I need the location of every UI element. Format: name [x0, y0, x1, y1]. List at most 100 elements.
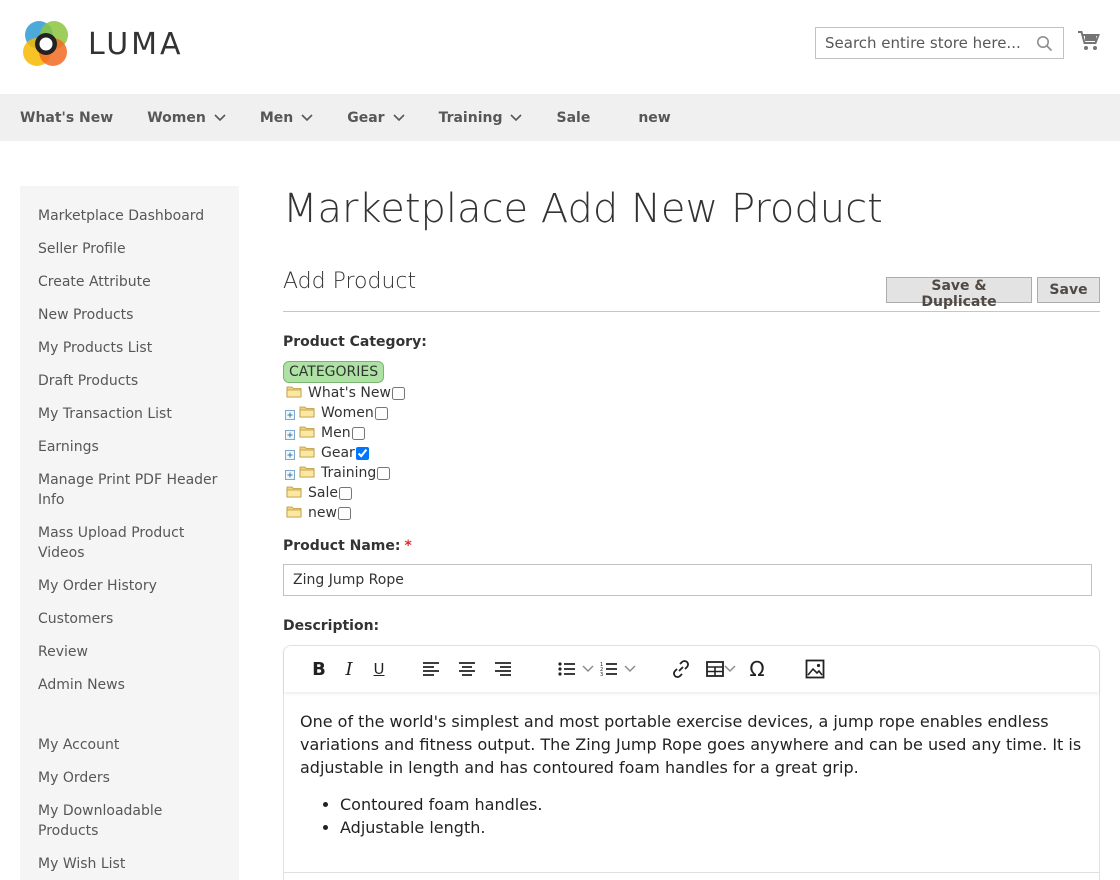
nav-item-whats-new[interactable]: What's New [20, 110, 113, 126]
chevron-down-icon[interactable] [624, 665, 636, 673]
sidebar-item-my-account[interactable]: My Account [20, 735, 239, 755]
folder-icon [299, 405, 315, 422]
list-item: Contoured foam handles. [340, 793, 1083, 816]
expand-plus-icon[interactable] [285, 448, 295, 460]
main-content: Marketplace Add New Product Add Product … [283, 186, 1100, 880]
nav-item-new[interactable]: new [638, 110, 670, 126]
align-left-icon[interactable] [416, 654, 446, 684]
sidebar-item-earnings[interactable]: Earnings [20, 437, 239, 457]
nav-item-sale[interactable]: Sale [556, 110, 590, 126]
category-item: Men [283, 423, 1100, 443]
sidebar-item-customers[interactable]: Customers [20, 609, 239, 629]
product-name-label: Product Name: * [283, 538, 412, 554]
editor-toolbar: B I U 123 Ω [284, 646, 1099, 692]
special-char-icon[interactable]: Ω [742, 654, 772, 684]
sidebar-item-create-attribute[interactable]: Create Attribute [20, 272, 239, 292]
numbered-list-icon[interactable]: 123 [594, 654, 624, 684]
site-header: LUMA [0, 0, 1120, 94]
category-checkbox[interactable] [337, 506, 351, 520]
svg-text:3: 3 [600, 672, 603, 677]
page-title: Marketplace Add New Product [283, 186, 883, 232]
chevron-down-icon[interactable] [724, 665, 736, 673]
italic-icon[interactable]: I [334, 654, 364, 684]
sidebar-item-my-transaction-list[interactable]: My Transaction List [20, 404, 239, 424]
save-button[interactable]: Save [1037, 277, 1100, 303]
description-label: Description: [283, 618, 380, 634]
category-checkbox[interactable] [374, 406, 388, 420]
image-icon[interactable] [800, 654, 830, 684]
chevron-down-icon [301, 113, 313, 121]
sidebar-item-my-downloadable-products[interactable]: My Downloadable Products [20, 801, 239, 841]
link-icon[interactable] [666, 654, 696, 684]
product-name-input[interactable] [283, 564, 1092, 596]
nav-item-men[interactable]: Men [260, 110, 313, 126]
editor-content[interactable]: One of the world's simplest and most por… [284, 692, 1099, 839]
category-root[interactable]: CATEGORIES [283, 361, 385, 383]
bold-icon[interactable]: B [304, 654, 334, 684]
align-right-icon[interactable] [488, 654, 518, 684]
chevron-down-icon [214, 113, 226, 121]
category-item: What's New [283, 383, 1100, 403]
store-logo[interactable]: LUMA [20, 18, 184, 70]
align-center-icon[interactable] [452, 654, 482, 684]
folder-icon [286, 485, 302, 502]
underline-icon[interactable]: U [364, 654, 394, 684]
bullet-list-icon[interactable] [552, 654, 582, 684]
category-item-label: What's New [308, 385, 391, 401]
category-item-label: Men [321, 425, 351, 441]
account-sidebar: Marketplace Dashboard Seller Profile Cre… [20, 186, 239, 880]
folder-icon [299, 465, 315, 482]
category-item-label: Sale [308, 485, 338, 501]
sidebar-item-new-products[interactable]: New Products [20, 305, 239, 325]
category-checkbox[interactable] [355, 446, 369, 460]
expand-plus-icon[interactable] [285, 408, 295, 420]
sidebar-item-my-wish-list[interactable]: My Wish List [20, 854, 239, 874]
nav-item-gear[interactable]: Gear [347, 110, 405, 126]
sidebar-item-draft-products[interactable]: Draft Products [20, 371, 239, 391]
nav-item-training[interactable]: Training [439, 110, 523, 126]
sidebar-item-manage-print-pdf-header-info[interactable]: Manage Print PDF Header Info [20, 470, 239, 510]
category-item: new [283, 503, 1100, 523]
cart-icon[interactable] [1077, 30, 1101, 56]
add-product-header: Add Product Save & Duplicate Save [283, 269, 1100, 312]
category-checkbox[interactable] [391, 386, 405, 400]
folder-icon [286, 385, 302, 402]
sidebar-item-mass-upload-product-videos[interactable]: Mass Upload Product Videos [20, 523, 239, 563]
folder-icon [299, 445, 315, 462]
category-item: Women [283, 403, 1100, 423]
save-duplicate-button[interactable]: Save & Duplicate [886, 277, 1032, 310]
category-checkbox[interactable] [351, 426, 365, 440]
category-tree: CATEGORIES What's New Women Men Gear Trainin… [283, 361, 1100, 523]
search-box [815, 27, 1064, 59]
sidebar-item-my-orders[interactable]: My Orders [20, 768, 239, 788]
category-checkbox[interactable] [338, 486, 352, 500]
editor-statusbar [284, 872, 1099, 880]
expand-plus-icon[interactable] [285, 428, 295, 440]
sidebar-item-my-products-list[interactable]: My Products List [20, 338, 239, 358]
category-item-label: new [308, 505, 337, 521]
search-icon[interactable] [1036, 35, 1053, 56]
sidebar-item-review[interactable]: Review [20, 642, 239, 662]
category-checkbox[interactable] [377, 466, 391, 480]
chevron-down-icon[interactable] [582, 665, 594, 673]
description-editor: B I U 123 Ω One of the world's simplest … [283, 645, 1100, 880]
sidebar-item-seller-profile[interactable]: Seller Profile [20, 239, 239, 259]
folder-icon [299, 425, 315, 442]
category-item-label: Gear [321, 445, 355, 461]
luma-logo-icon [23, 21, 68, 66]
section-title: Add Product [283, 269, 417, 294]
product-category-label: Product Category: [283, 334, 427, 350]
category-item-label: Training [321, 465, 377, 481]
sidebar-item-my-order-history[interactable]: My Order History [20, 576, 239, 596]
sidebar-item-admin-news[interactable]: Admin News [20, 675, 239, 695]
category-item-label: Women [321, 405, 374, 421]
folder-icon [286, 505, 302, 522]
description-paragraph: One of the world's simplest and most por… [300, 712, 1082, 777]
nav-item-women[interactable]: Women [147, 110, 226, 126]
brand-name: LUMA [88, 26, 184, 62]
main-navigation: What's New Women Men Gear Training Sale … [0, 94, 1120, 141]
sidebar-item-marketplace-dashboard[interactable]: Marketplace Dashboard [20, 206, 239, 226]
search-input[interactable] [825, 34, 1035, 52]
expand-plus-icon[interactable] [285, 468, 295, 480]
